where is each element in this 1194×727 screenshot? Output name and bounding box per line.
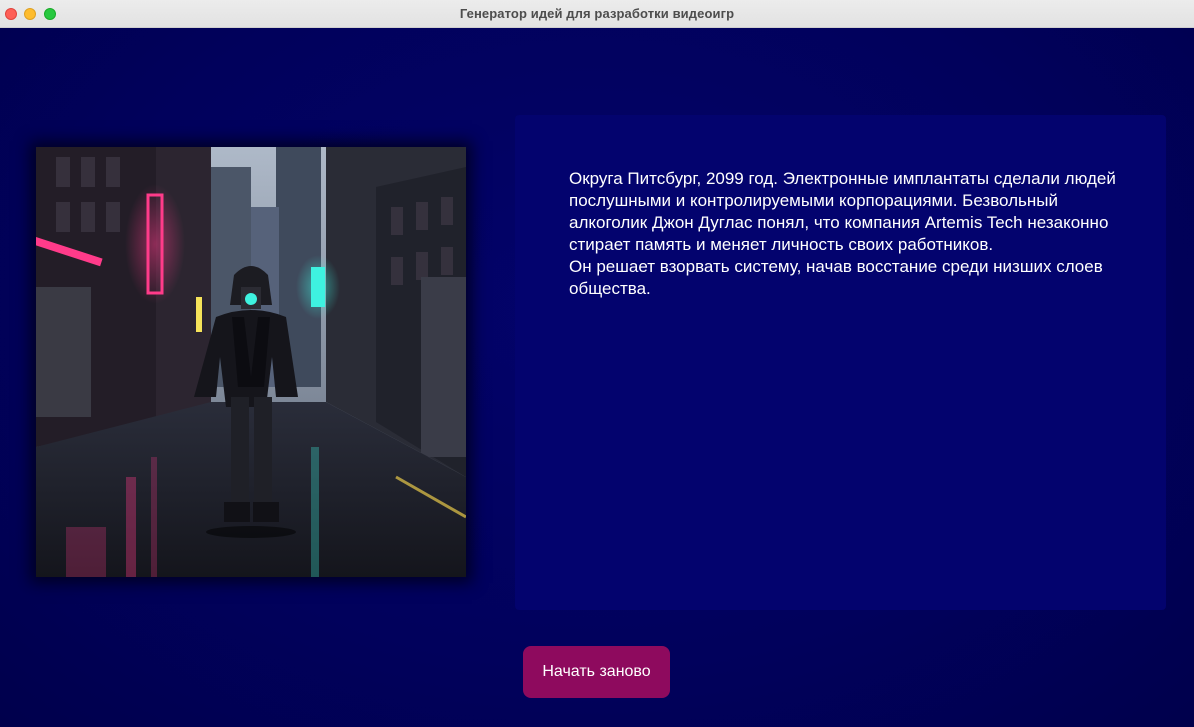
story-panel: Округа Питсбург, 2099 год. Электронные и… [515, 115, 1166, 610]
main-content: Округа Питсбург, 2099 год. Электронные и… [0, 28, 1194, 727]
story-paragraph-1: Округа Питсбург, 2099 год. Электронные и… [569, 169, 1116, 254]
window-title: Генератор идей для разработки видеоигр [459, 6, 735, 21]
cyberpunk-street-illustration [36, 147, 466, 577]
generated-character-image [36, 147, 466, 577]
story-paragraph-2: Он решает взорвать систему, начав восста… [569, 257, 1103, 298]
restart-button[interactable]: Начать заново [523, 646, 670, 698]
app-window: Генератор идей для разработки видеоигр О… [0, 0, 1194, 727]
story-text: Округа Питсбург, 2099 год. Электронные и… [569, 168, 1129, 300]
title-bar[interactable]: Генератор идей для разработки видеоигр [0, 0, 1194, 28]
